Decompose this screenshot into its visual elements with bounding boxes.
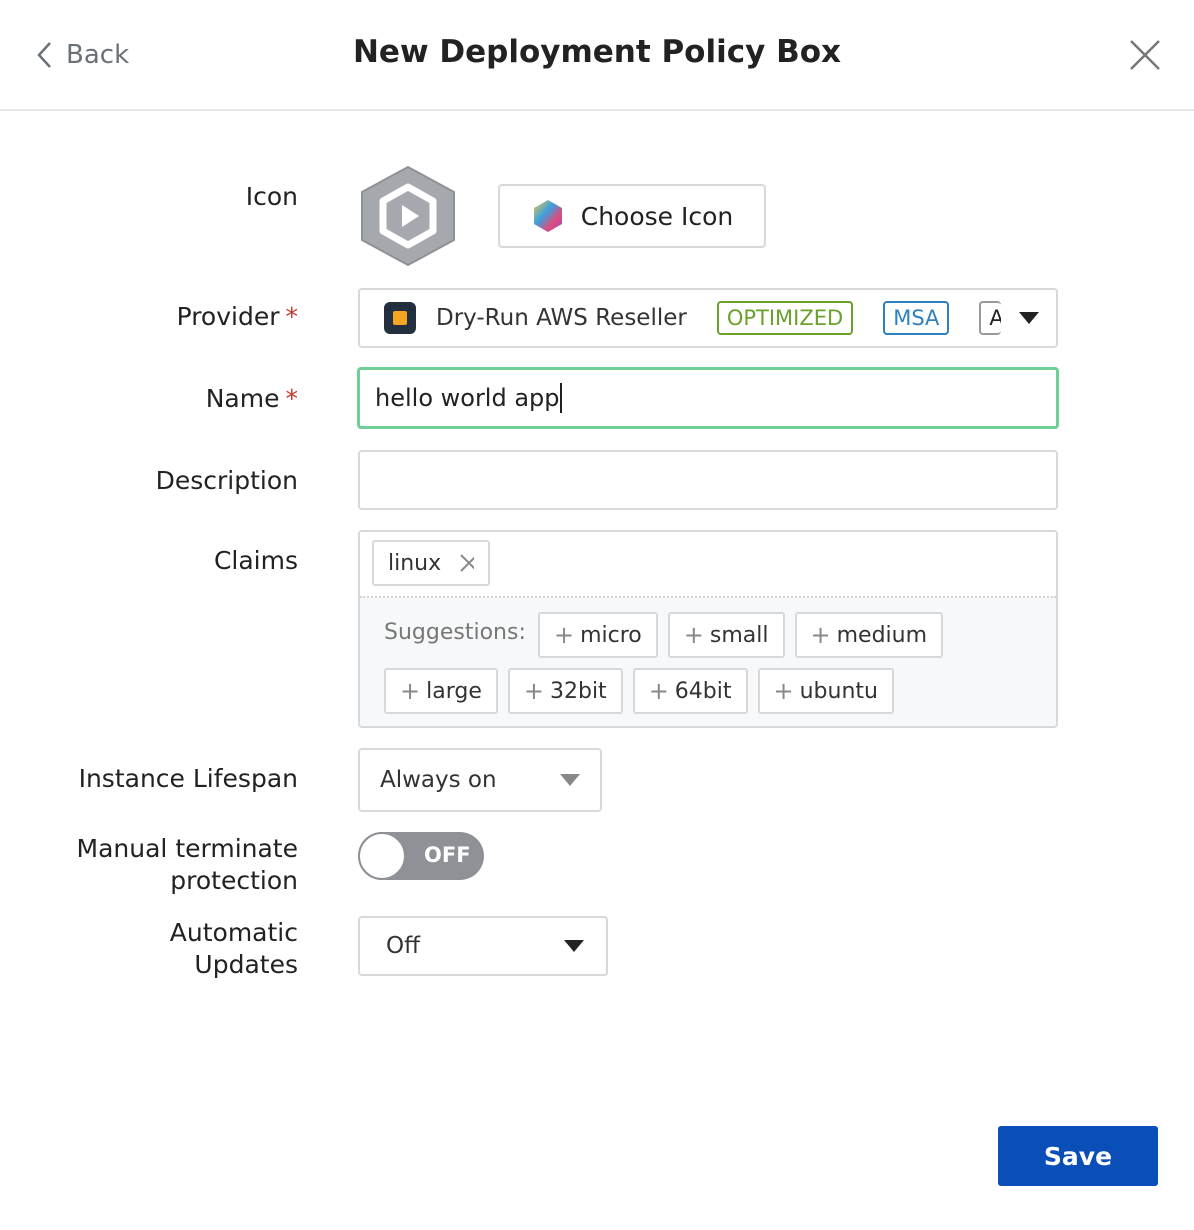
claim-tag: linux: [372, 540, 490, 586]
aws-icon: [384, 302, 416, 334]
msa-badge: MSA: [883, 301, 950, 335]
suggestion-64bit[interactable]: +64bit: [632, 668, 748, 714]
terminate-label: Manual terminate protection: [76, 834, 298, 895]
name-value: hello world app: [375, 384, 560, 412]
updates-label: Automatic Updates: [169, 918, 298, 979]
description-input[interactable]: [358, 450, 1058, 510]
icon-label: Icon: [245, 182, 298, 211]
lifespan-select[interactable]: Always on: [358, 748, 602, 812]
suggestions-label: Suggestions:: [384, 620, 526, 645]
save-button[interactable]: Save: [998, 1126, 1158, 1186]
suggestion-micro[interactable]: + micro: [538, 612, 658, 658]
remove-icon[interactable]: [459, 553, 474, 573]
play-hexagon-icon: [361, 166, 455, 266]
updates-select[interactable]: Off: [358, 916, 608, 976]
badge-truncated: A: [979, 301, 1002, 335]
optimized-badge: OPTIMIZED: [716, 301, 854, 335]
lifespan-label: Instance Lifespan: [78, 764, 298, 793]
suggestion-small[interactable]: + small: [667, 612, 785, 658]
toggle-state: OFF: [424, 843, 471, 867]
description-label: Description: [155, 466, 298, 495]
name-input[interactable]: hello world app: [357, 367, 1059, 429]
caret-down-icon: [1019, 312, 1040, 324]
suggestion-ubuntu[interactable]: + ubuntu: [757, 668, 894, 714]
suggestion-32bit[interactable]: +32bit: [507, 668, 623, 714]
terminate-toggle[interactable]: OFF: [358, 832, 484, 880]
choose-icon-button[interactable]: Choose Icon: [498, 184, 766, 248]
claims-input[interactable]: linux Suggestions: + micro + small + medium…: [358, 530, 1058, 728]
claim-label: linux: [388, 550, 442, 576]
provider-value: Dry-Run AWS Reseller: [436, 305, 687, 331]
header: Back New Deployment Policy Box: [0, 0, 1194, 111]
claims-label: Claims: [213, 546, 298, 575]
page-title: New Deployment Policy Box: [352, 34, 842, 70]
lifespan-value: Always on: [380, 767, 497, 793]
suggestion-large[interactable]: + large: [384, 668, 498, 714]
choose-icon-label: Choose Icon: [580, 201, 734, 231]
caret-down-icon: [564, 940, 584, 952]
caret-down-icon: [560, 774, 580, 786]
close-icon[interactable]: [1128, 38, 1162, 72]
color-hexagon-icon: [533, 200, 562, 232]
provider-select[interactable]: Dry-Run AWS Reseller OPTIMIZED MSA A: [358, 288, 1058, 348]
updates-value: Off: [386, 933, 420, 959]
provider-label: Provider *: [176, 302, 298, 331]
suggestion-medium[interactable]: + medium: [794, 612, 944, 658]
name-label: Name *: [205, 384, 298, 413]
